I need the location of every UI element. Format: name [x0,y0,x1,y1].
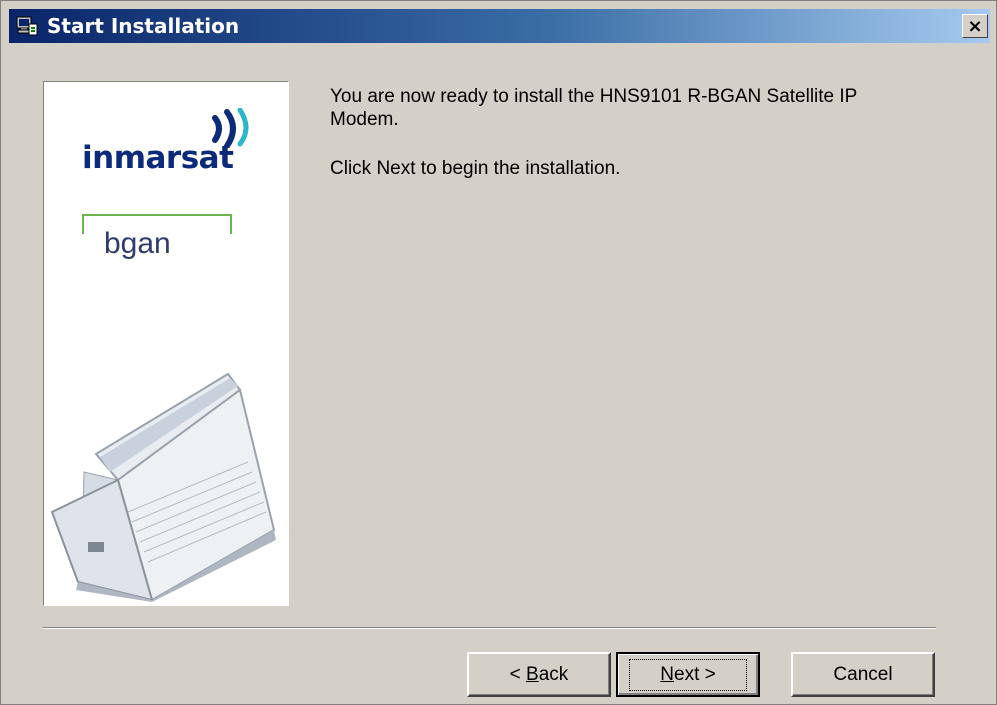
next-button-label: Next > [629,658,747,691]
button-separator [43,627,936,629]
branding-panel: inmarsat bgan [43,81,289,606]
close-icon: × [967,15,983,37]
brand-logo-text: inmarsat [82,140,234,176]
installer-dialog: Start Installation × inmarsat bgan You a… [0,0,997,705]
message-line-2: Modem. [330,109,399,130]
cancel-button-label: Cancel [833,663,893,685]
next-button[interactable]: Next > [616,652,760,697]
close-button[interactable]: × [962,14,988,38]
satellite-modem-image [50,372,276,602]
message-line-3: Click Next to begin the installation. [330,158,621,179]
window-title: Start Installation [47,14,240,38]
cancel-button[interactable]: Cancel [791,652,935,697]
install-message: You are now ready to install the HNS9101… [330,85,940,180]
product-logo-text: bgan [104,227,171,260]
installer-app-icon [15,14,39,38]
message-line-1: You are now ready to install the HNS9101… [330,86,858,107]
back-button[interactable]: < Back [467,652,611,697]
title-bar[interactable]: Start Installation × [9,9,990,43]
back-button-label: < Back [509,663,569,685]
